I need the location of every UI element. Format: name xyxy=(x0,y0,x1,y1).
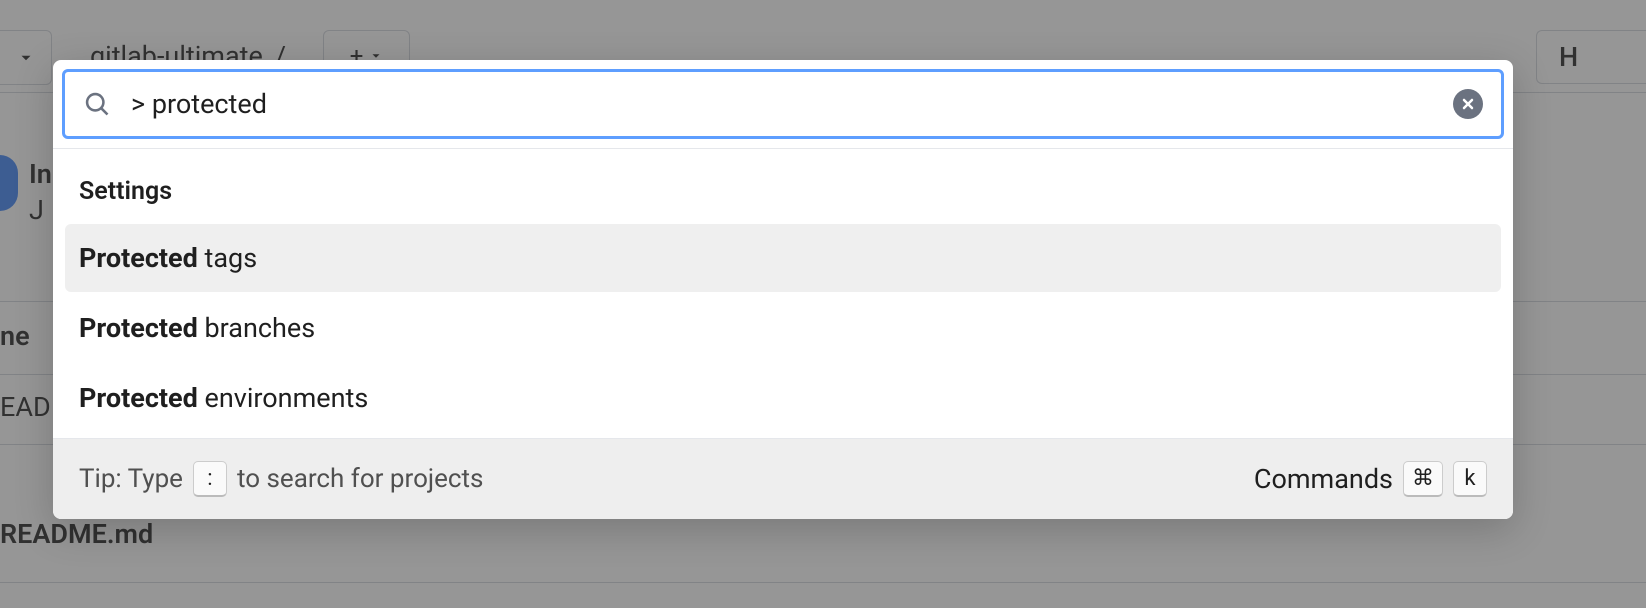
palette-footer: Tip: Type : to search for projects Comma… xyxy=(53,438,1513,519)
result-rest: branches xyxy=(198,312,315,344)
commands-label: Commands xyxy=(1254,463,1393,495)
results-section: Settings Protected tagsProtected branche… xyxy=(53,148,1513,438)
clear-button[interactable] xyxy=(1453,89,1483,119)
close-icon xyxy=(1460,96,1476,112)
command-palette: Settings Protected tagsProtected branche… xyxy=(53,60,1513,519)
result-rest: tags xyxy=(198,242,257,274)
search-icon xyxy=(83,90,111,118)
section-header: Settings xyxy=(65,157,1501,224)
tip-prefix: Tip: Type xyxy=(79,464,183,494)
tip-key-colon: : xyxy=(193,461,227,497)
result-item[interactable]: Protected tags xyxy=(65,224,1501,292)
search-box xyxy=(62,69,1504,139)
search-row xyxy=(53,60,1513,148)
result-rest: environments xyxy=(198,382,368,414)
result-item[interactable]: Protected environments xyxy=(65,364,1501,432)
result-item[interactable]: Protected branches xyxy=(65,294,1501,362)
tip-suffix: to search for projects xyxy=(237,464,483,494)
result-match: Protected xyxy=(79,312,198,344)
result-match: Protected xyxy=(79,382,198,414)
search-input[interactable] xyxy=(131,88,1433,120)
footer-tip: Tip: Type : to search for projects xyxy=(79,461,483,497)
kbd-k: k xyxy=(1453,461,1487,497)
kbd-cmd: ⌘ xyxy=(1403,461,1443,497)
result-match: Protected xyxy=(79,242,198,274)
footer-commands: Commands ⌘ k xyxy=(1254,461,1487,497)
